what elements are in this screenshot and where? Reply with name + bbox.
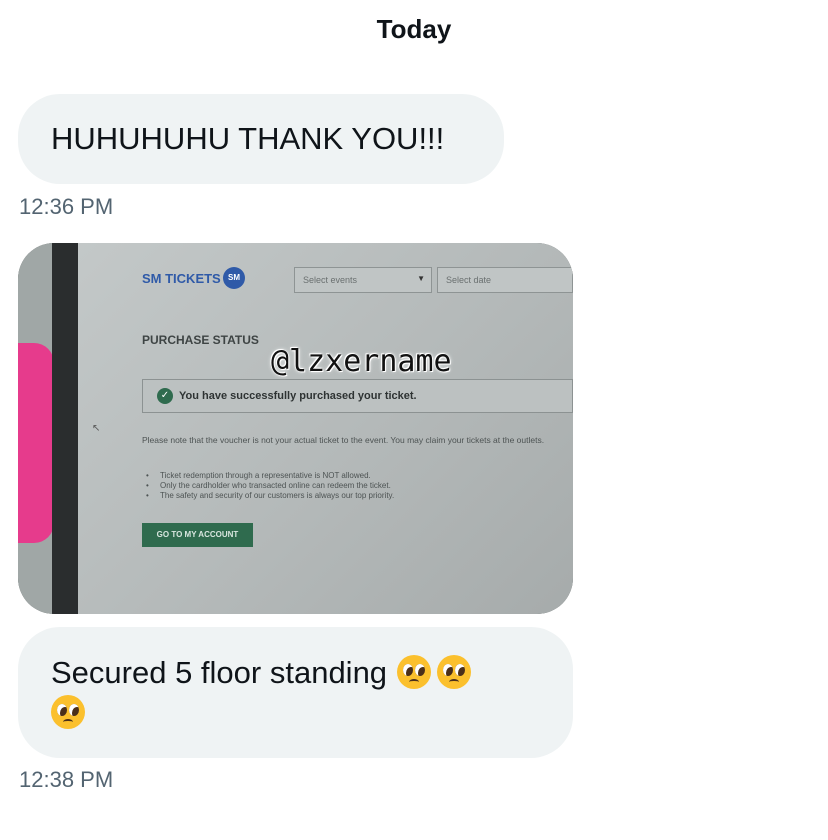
mouse-cursor-icon: ↖ bbox=[92, 423, 101, 434]
day-header: Today bbox=[376, 14, 452, 44]
list-item: Ticket redemption through a representati… bbox=[142, 471, 572, 481]
select-events-label: Select events bbox=[303, 275, 358, 285]
voucher-note: Please note that the voucher is not your… bbox=[142, 435, 545, 445]
message-timestamp: 12:36 PM bbox=[19, 194, 114, 219]
purchase-status-title: PURCHASE STATUS bbox=[142, 333, 259, 347]
go-to-account-button: GO TO MY ACCOUNT bbox=[142, 523, 253, 547]
sm-tickets-logo: SM TICKETS bbox=[142, 271, 221, 286]
select-date-label: Select date bbox=[446, 275, 492, 285]
select-date-dropdown: Select date bbox=[437, 267, 573, 293]
watermark-text: @lzxername bbox=[271, 344, 452, 379]
list-item: The safety and security of our customers… bbox=[142, 491, 572, 501]
list-item: Only the cardholder who transacted onlin… bbox=[142, 481, 572, 491]
message-text: HUHUHUHU THANK YOU!!! bbox=[51, 121, 445, 156]
monitor-screen: SM TICKETS SM Select events ▼ Select dat… bbox=[78, 243, 573, 614]
message-timestamp: 12:38 PM bbox=[19, 767, 114, 792]
select-events-dropdown: Select events ▼ bbox=[294, 267, 432, 293]
message-text: Secured 5 floor standing bbox=[51, 655, 388, 690]
message-bubble[interactable]: Secured 5 floor standing bbox=[18, 627, 573, 758]
monitor-bezel bbox=[52, 243, 80, 614]
image-attachment[interactable]: SM TICKETS SM Select events ▼ Select dat… bbox=[18, 243, 573, 614]
success-message: You have successfully purchased your tic… bbox=[179, 390, 417, 402]
sm-logo-icon: SM bbox=[223, 267, 245, 289]
pleading-face-icon bbox=[51, 695, 85, 729]
photo-pink-object bbox=[18, 343, 54, 543]
check-circle-icon: ✓ bbox=[157, 388, 173, 404]
pleading-face-icon bbox=[437, 655, 472, 689]
rules-list: Ticket redemption through a representati… bbox=[142, 471, 572, 501]
dropdown-caret-icon: ▼ bbox=[417, 274, 425, 283]
success-alert: ✓ You have successfully purchased your t… bbox=[142, 379, 573, 413]
pleading-face-icon bbox=[397, 655, 432, 689]
message-bubble[interactable]: HUHUHUHU THANK YOU!!! bbox=[18, 94, 504, 184]
